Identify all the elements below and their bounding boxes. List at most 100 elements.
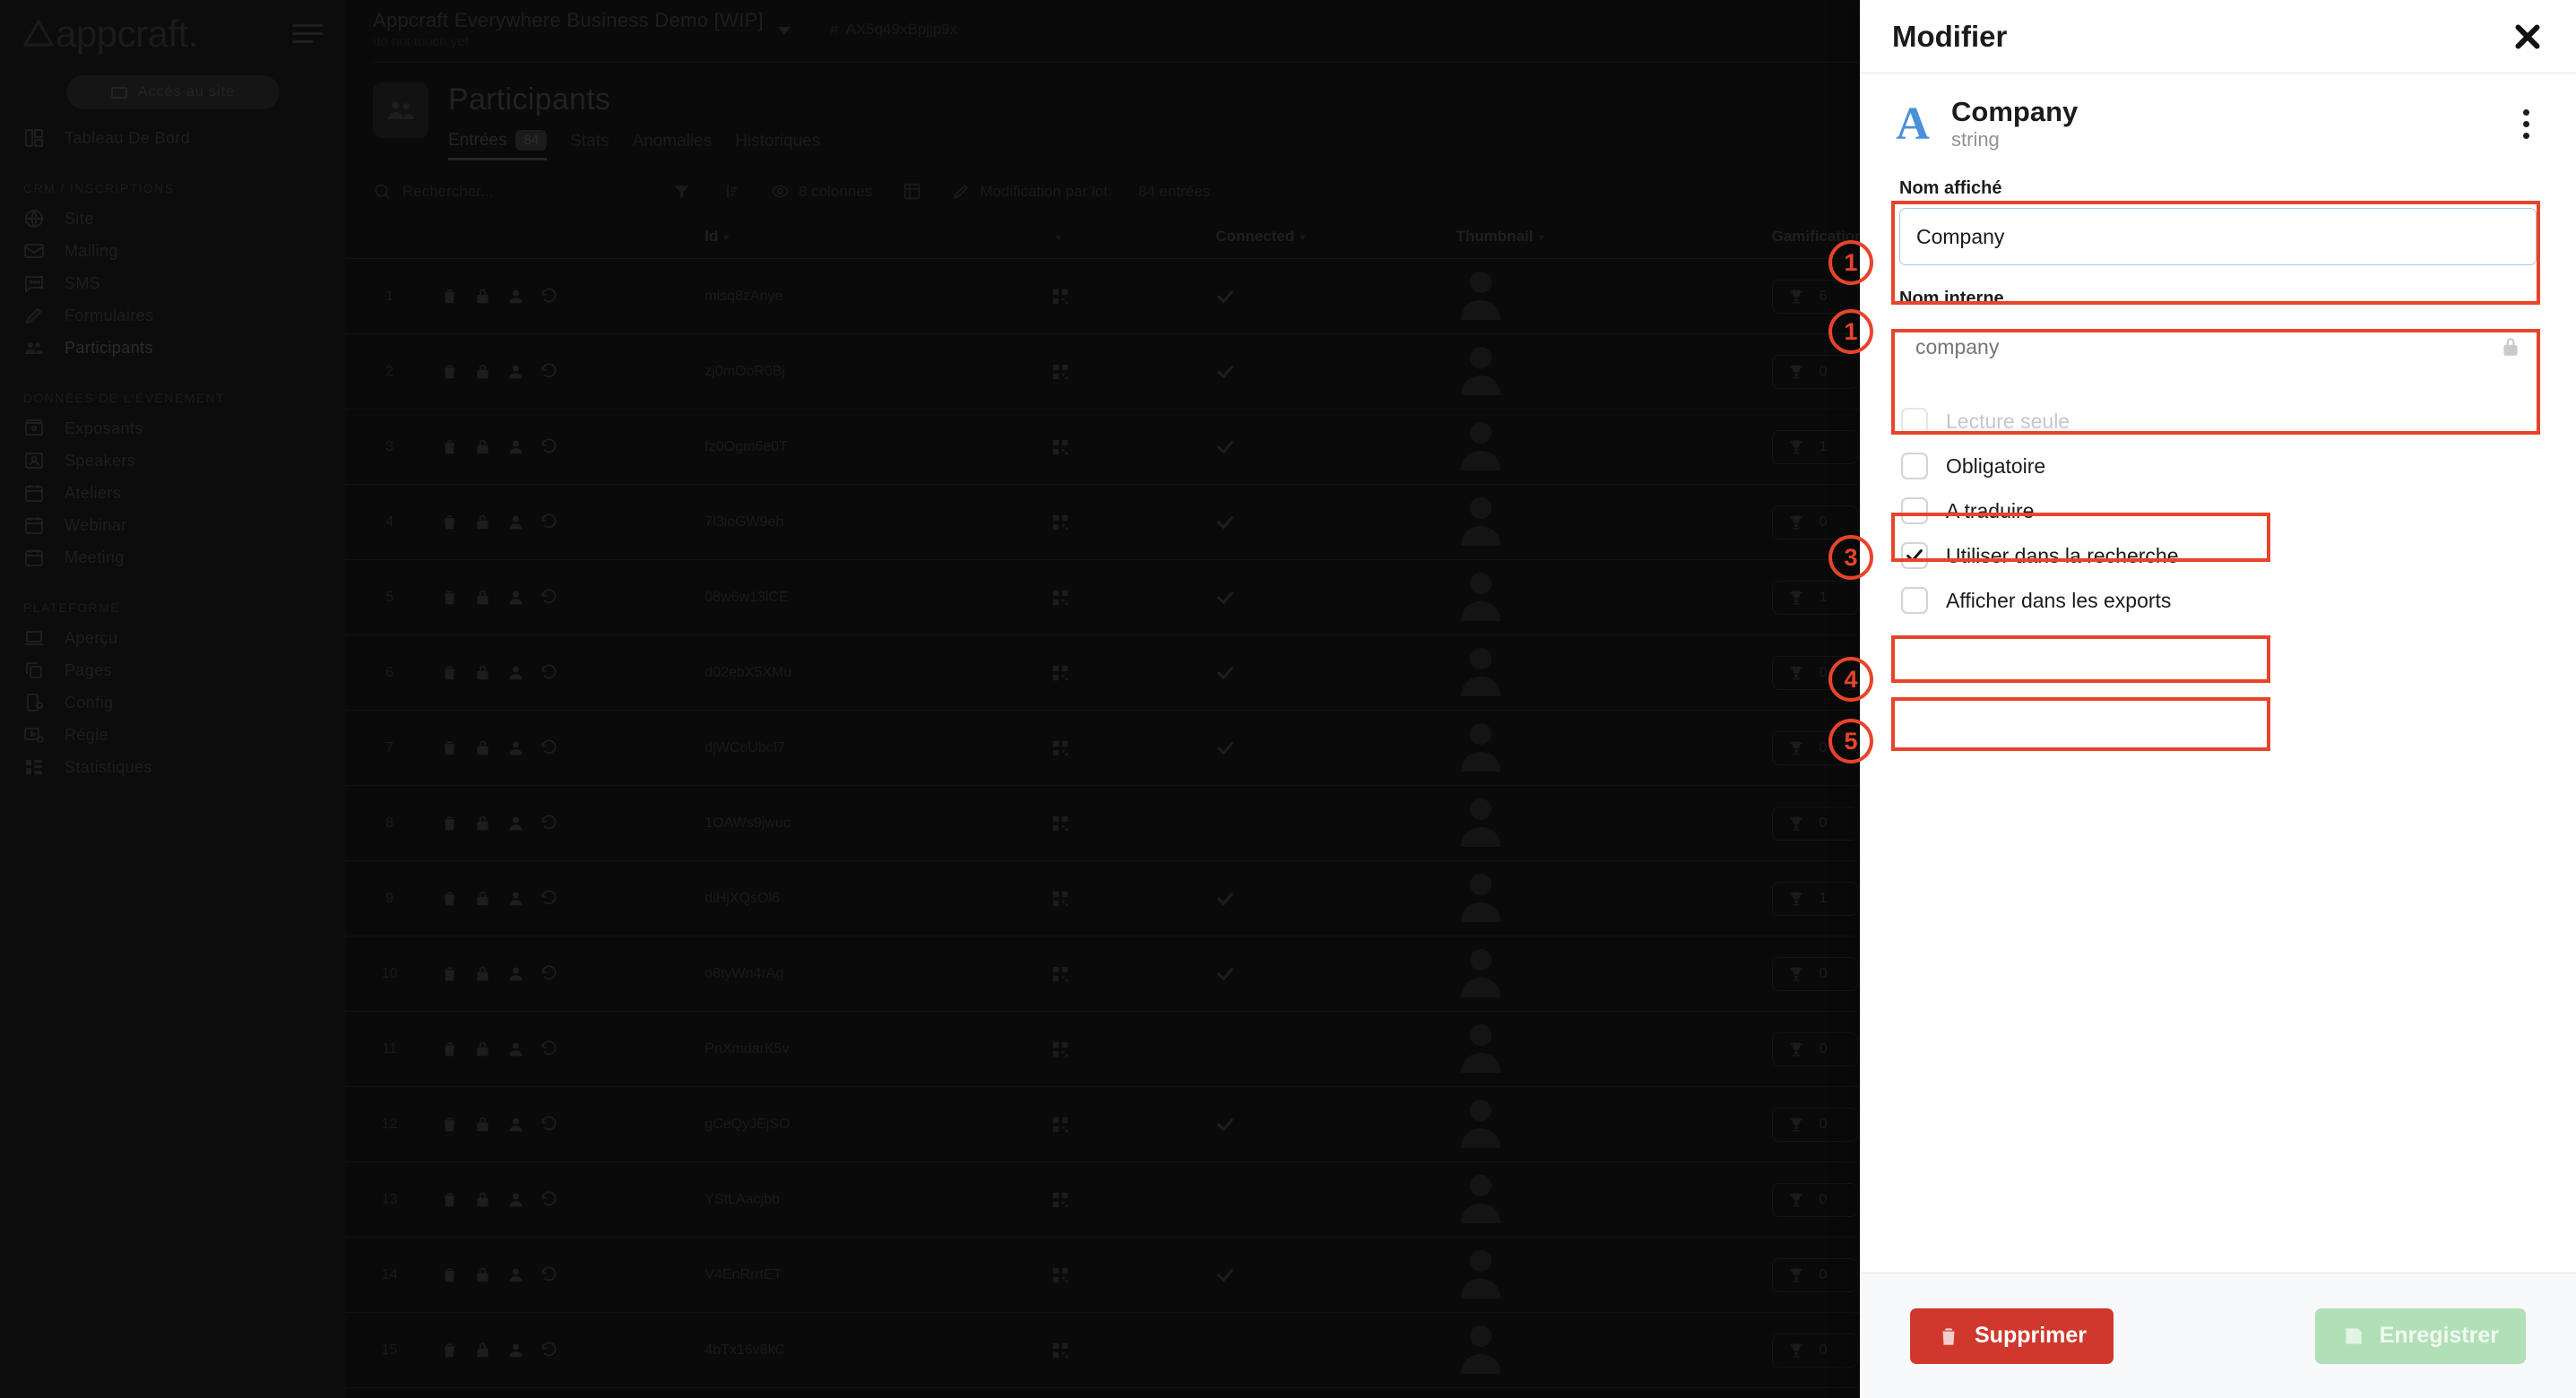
cell-qr[interactable] xyxy=(1042,1161,1209,1238)
sidebar-item-exposants[interactable]: Exposants xyxy=(0,412,346,444)
sidebar-item-webinar[interactable]: Webinar xyxy=(0,509,346,541)
row-action-icons[interactable] xyxy=(433,333,698,410)
row-index: 2 xyxy=(346,333,434,410)
sidebar-item-participants[interactable]: Participants xyxy=(0,332,346,364)
sidebar-item-speakers[interactable]: Speakers xyxy=(0,444,346,477)
cell-qr[interactable] xyxy=(1042,1011,1209,1087)
filter-icon[interactable] xyxy=(672,182,691,201)
chevron-down-icon[interactable] xyxy=(777,27,791,35)
row-action-icons[interactable] xyxy=(433,785,698,861)
col-label: Thumbnail xyxy=(1456,228,1534,245)
sidebar-item-ateliers[interactable]: Ateliers xyxy=(0,477,346,509)
row-action-icons[interactable] xyxy=(433,409,698,485)
lock-icon xyxy=(2499,334,2522,359)
cell-qr[interactable] xyxy=(1042,1237,1209,1313)
delete-button[interactable]: Supprimer xyxy=(1910,1307,2114,1364)
sidebar-item-meeting[interactable]: Meeting xyxy=(0,541,346,574)
cell-qr[interactable] xyxy=(1042,860,1209,936)
tab-historiques[interactable]: Historiques xyxy=(735,132,820,159)
cell-qr[interactable] xyxy=(1042,785,1209,861)
checkbox-row-afficher-dans-les-exports[interactable]: Afficher dans les exports xyxy=(1892,578,2544,623)
cell-thumbnail xyxy=(1448,409,1765,485)
cell-id: mD2ssabVS1 xyxy=(697,1387,1043,1398)
row-action-icons[interactable] xyxy=(433,258,698,334)
sidebar-item-config[interactable]: Config xyxy=(0,686,346,719)
col-header-connected[interactable]: Connected ▾ xyxy=(1208,215,1449,259)
cell-qr[interactable] xyxy=(1042,1312,1209,1388)
cell-qr[interactable] xyxy=(1042,710,1209,786)
checkbox-row-lecture-seule: Lecture seule xyxy=(1892,399,2544,444)
row-action-icons[interactable] xyxy=(433,1011,698,1087)
cell-qr[interactable] xyxy=(1042,484,1209,560)
search-input[interactable]: Rechercher... xyxy=(373,182,642,201)
sidebar-item-sms[interactable]: SMS xyxy=(0,267,346,299)
trash-icon xyxy=(445,1118,454,1132)
tab-entrees[interactable]: Entrées 84 xyxy=(448,130,548,160)
tab-stats[interactable]: Stats xyxy=(570,132,609,159)
history-icon xyxy=(541,1116,557,1131)
save-button[interactable]: Enregistrer xyxy=(2314,1307,2526,1364)
chevron-down-icon: ▾ xyxy=(1538,231,1544,244)
gamification-count: 0 xyxy=(1819,513,1828,530)
row-action-icons[interactable] xyxy=(433,1312,698,1388)
row-action-icons[interactable] xyxy=(433,1161,698,1238)
access-site-label: Accès au site xyxy=(137,84,236,99)
cell-qr[interactable] xyxy=(1042,258,1209,334)
checkbox-row-obligatoire[interactable]: Obligatoire xyxy=(1892,444,2544,488)
kebab-menu-icon[interactable] xyxy=(2508,109,2544,140)
row-action-icons[interactable] xyxy=(433,1387,698,1398)
row-action-icons[interactable] xyxy=(433,1237,698,1313)
row-action-icons[interactable] xyxy=(433,1086,698,1162)
row-action-icons[interactable] xyxy=(433,860,698,936)
cell-connected xyxy=(1208,258,1449,334)
user-icon xyxy=(509,365,523,379)
tab-anomalies[interactable]: Anomalies xyxy=(632,132,712,159)
sidebar-item-formulaires[interactable]: Formulaires xyxy=(0,299,346,332)
cell-id: misq8zAnye xyxy=(697,258,1043,334)
grid-icon[interactable] xyxy=(903,182,921,201)
tab-label: Anomalies xyxy=(632,132,713,151)
cell-thumbnail xyxy=(1448,559,1765,635)
cell-qr[interactable] xyxy=(1042,634,1209,711)
tab-badge-count: 84 xyxy=(515,130,548,151)
checkbox-input[interactable] xyxy=(1901,542,1928,570)
batch-edit-button[interactable]: Modification par lot xyxy=(952,182,1108,201)
cell-qr[interactable] xyxy=(1042,409,1209,485)
row-action-icons[interactable] xyxy=(433,559,698,635)
row-action-icons[interactable] xyxy=(433,936,698,1012)
checkbox-row-utiliser-dans-la-recherche[interactable]: Utiliser dans la recherche xyxy=(1892,533,2544,578)
sidebar-item-dashboard[interactable]: Tableau De Bord xyxy=(0,122,346,154)
col-header-id[interactable]: Id ▾ xyxy=(697,215,1043,259)
row-action-icons[interactable] xyxy=(433,484,698,560)
sidebar-item-regie[interactable]: Régie xyxy=(0,719,346,751)
columns-button[interactable]: 8 colonnes xyxy=(771,182,872,201)
cell-qr[interactable] xyxy=(1042,936,1209,1012)
col-header-thumbnail[interactable]: Thumbnail ▾ xyxy=(1448,215,1765,259)
cell-connected xyxy=(1208,559,1449,635)
event-title[interactable]: Appcraft Everywhere Business Demo [WIP] xyxy=(373,9,764,32)
display-name-input[interactable] xyxy=(1899,208,2537,266)
menu-toggle-icon[interactable] xyxy=(292,24,323,44)
cell-qr[interactable] xyxy=(1042,1387,1209,1398)
sidebar-item-statistiques[interactable]: Statistiques xyxy=(0,751,346,783)
row-action-icons[interactable] xyxy=(433,710,698,786)
sort-icon[interactable] xyxy=(722,182,740,201)
sidebar-item-site[interactable]: Site xyxy=(0,203,346,235)
checkbox-input[interactable] xyxy=(1901,587,1928,615)
cell-qr[interactable] xyxy=(1042,1086,1209,1162)
event-subtitle: do not touch yet xyxy=(373,34,469,49)
sidebar-item-mailing[interactable]: Mailing xyxy=(0,235,346,267)
checkbox-input[interactable] xyxy=(1901,497,1928,525)
pencil-icon xyxy=(23,305,45,326)
cell-qr[interactable] xyxy=(1042,333,1209,410)
cell-qr[interactable] xyxy=(1042,559,1209,635)
speaker-card-icon xyxy=(23,450,45,471)
sidebar-item-apercu[interactable]: Aperçu xyxy=(0,622,346,654)
sidebar-item-pages[interactable]: Pages xyxy=(0,654,346,686)
checkbox-input[interactable] xyxy=(1901,453,1928,480)
sidebar-item-label: Webinar xyxy=(65,515,127,534)
close-icon[interactable] xyxy=(2511,21,2544,53)
row-action-icons[interactable] xyxy=(433,634,698,711)
access-site-button[interactable]: Accès au site xyxy=(66,75,280,109)
checkbox-row-a-traduire[interactable]: A traduire xyxy=(1892,488,2544,533)
